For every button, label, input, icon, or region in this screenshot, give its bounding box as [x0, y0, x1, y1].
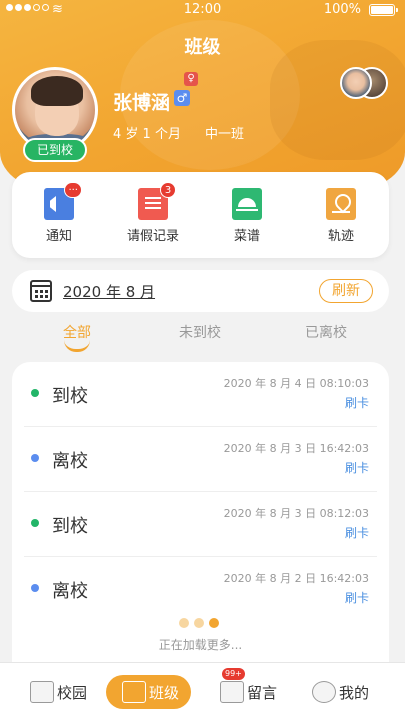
menu-item-recipes[interactable]: 菜谱: [200, 188, 294, 244]
child-name: 张博涵: [113, 92, 171, 114]
attendance-status-badge: 已到校: [23, 138, 87, 162]
month-picker[interactable]: 2020 年 8 月: [63, 281, 155, 302]
nav-item-messages[interactable]: 留言: [220, 675, 277, 709]
loading-text: 正在加载更多...: [158, 638, 243, 652]
nav-label: 留言: [247, 683, 278, 702]
notice-badge: ···: [64, 182, 82, 198]
menu-item-track[interactable]: 轨迹: [294, 188, 388, 244]
nav-item-profile[interactable]: 我的: [312, 675, 369, 709]
attendance-list: 到校 2020 年 8 月 4 日 08:10:03 刷卡 离校 2020 年 …: [12, 362, 389, 662]
tab-not-arrived[interactable]: 未到校: [150, 322, 250, 342]
record-datetime: 2020 年 8 月 4 日 08:10:03: [223, 377, 369, 390]
leave-badge: 3: [160, 182, 176, 198]
status-dot: [31, 454, 39, 462]
tab-left-school[interactable]: 已离校: [276, 322, 376, 342]
menu-label: 请假记录: [126, 229, 179, 244]
record-method: 刷卡: [344, 591, 369, 605]
list-item[interactable]: 离校 2020 年 8 月 3 日 16:42:03 刷卡: [12, 427, 389, 492]
campus-icon: [30, 681, 54, 703]
bottom-nav: 校园 班级 留言 99+ 我的: [0, 662, 405, 720]
date-filter: 2020 年 8 月 刷新: [12, 270, 389, 312]
quick-menu: ··· 通知 3 请假记录 菜谱 轨迹: [12, 172, 389, 258]
record-datetime: 2020 年 8 月 2 日 16:42:03: [223, 572, 369, 585]
loading-spinner: [179, 618, 219, 628]
status-bar: ≋ 12:00 100%: [0, 0, 405, 20]
nav-label: 校园: [57, 683, 88, 702]
record-method: 刷卡: [344, 396, 369, 410]
calendar-icon[interactable]: [30, 280, 52, 302]
record-method: 刷卡: [344, 461, 369, 475]
menu-item-leave-records[interactable]: 3 请假记录: [106, 182, 200, 244]
refresh-button[interactable]: 刷新: [319, 279, 373, 303]
tab-all[interactable]: 全部: [27, 322, 127, 342]
record-method: 刷卡: [344, 526, 369, 540]
nav-label: 班级: [149, 683, 180, 702]
record-type: 离校: [52, 581, 88, 602]
record-type: 到校: [52, 386, 88, 407]
record-type: 离校: [52, 451, 88, 472]
male-icon: ♂: [174, 90, 190, 106]
nav-item-class[interactable]: 班级: [106, 675, 192, 709]
profile-icon: [312, 681, 336, 703]
megaphone-icon: ···: [44, 182, 82, 220]
menu-label: 轨迹: [327, 229, 354, 244]
battery-percent: 100%: [323, 2, 361, 17]
menu-item-notice[interactable]: ··· 通知: [12, 182, 106, 244]
document-icon: 3: [138, 182, 176, 220]
female-icon: ♀: [184, 72, 198, 86]
list-item[interactable]: 离校 2020 年 8 月 2 日 16:42:03 刷卡: [12, 557, 389, 622]
switch-child-button[interactable]: [340, 67, 390, 101]
list-item[interactable]: 到校 2020 年 8 月 4 日 08:10:03 刷卡: [12, 362, 389, 427]
record-type: 到校: [52, 516, 88, 537]
record-datetime: 2020 年 8 月 3 日 16:42:03: [223, 442, 369, 455]
tab-active-indicator: [64, 340, 90, 352]
child-age: 4 岁 1 个月: [113, 127, 181, 142]
record-datetime: 2020 年 8 月 3 日 08:12:03: [223, 507, 369, 520]
list-item[interactable]: 到校 2020 年 8 月 3 日 08:12:03 刷卡: [12, 492, 389, 557]
nav-label: 我的: [339, 683, 370, 702]
current-child-avatar-small: [340, 67, 372, 99]
nav-item-campus[interactable]: 校园: [30, 675, 87, 709]
status-dot: [31, 519, 39, 527]
messages-badge: 99+: [222, 668, 245, 680]
menu-label: 菜谱: [233, 229, 260, 244]
battery-icon: [369, 4, 398, 16]
child-class: 中一班: [205, 127, 245, 142]
attendance-tabs: 全部 未到校 已离校: [0, 320, 405, 356]
page-title: 班级: [184, 37, 221, 58]
message-icon: [220, 681, 244, 703]
status-dot: [31, 584, 39, 592]
menu-label: 通知: [45, 229, 72, 244]
food-cover-icon: [232, 188, 262, 220]
status-dot: [31, 389, 39, 397]
location-icon: [326, 188, 356, 220]
class-icon: [122, 681, 146, 703]
